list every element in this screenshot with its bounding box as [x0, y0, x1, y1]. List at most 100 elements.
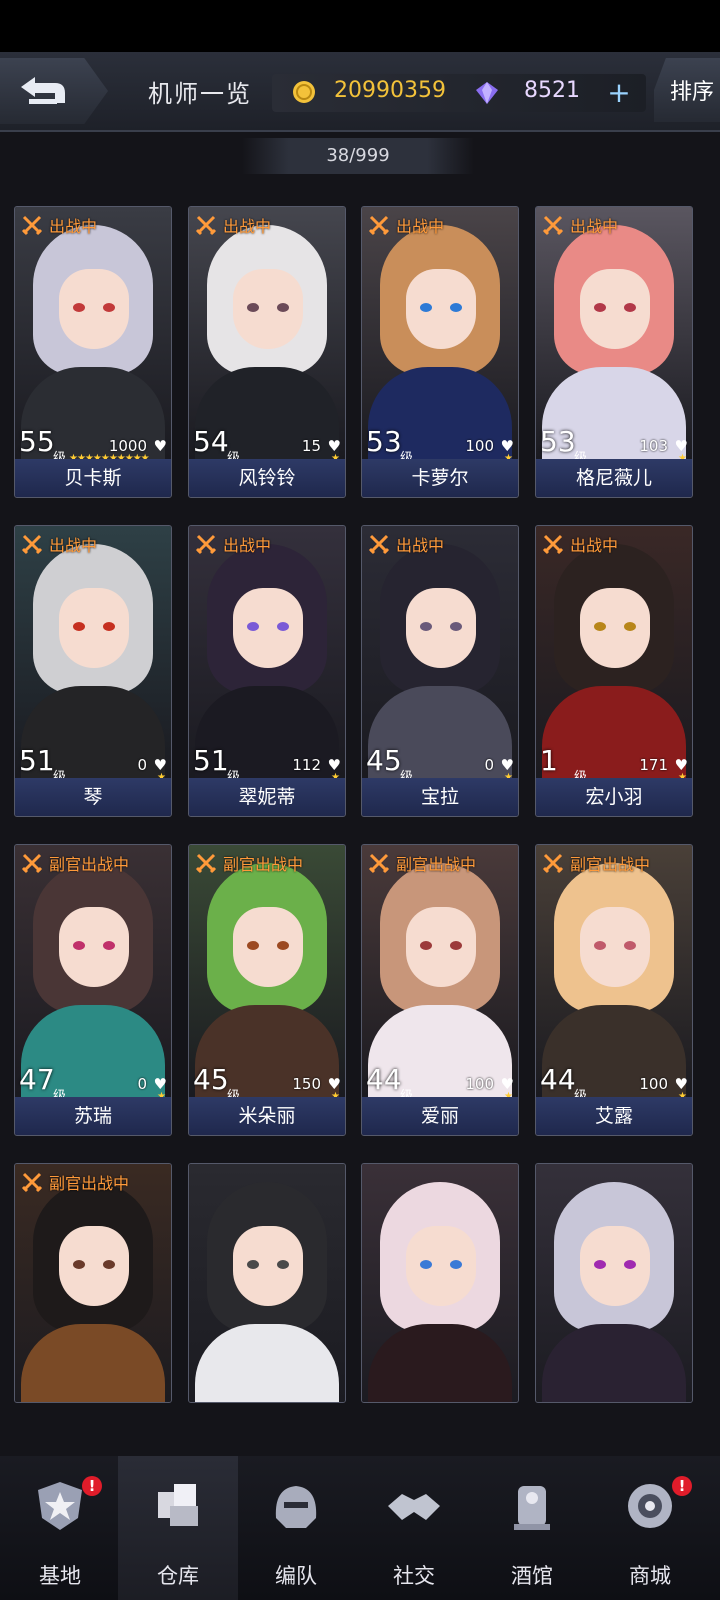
deploy-status-label: 出战中	[223, 217, 272, 236]
deploy-status-tag: 副官出战中	[542, 851, 650, 875]
pilot-name: 苏瑞	[15, 1097, 171, 1135]
coin-amount: 20990359	[334, 78, 446, 103]
pilot-portrait	[189, 526, 345, 778]
deploy-status-tag: 副官出战中	[368, 851, 476, 875]
shop-icon	[628, 1484, 672, 1528]
currency-bar: 20990359 8521 +	[272, 74, 646, 112]
pilot-portrait	[536, 1164, 692, 1402]
nav-label: 商城	[629, 1564, 671, 1588]
star-shield-icon	[38, 1482, 82, 1530]
pilot-level: 1	[540, 744, 558, 777]
gem-icon	[476, 82, 498, 104]
heart-icon: ♥	[153, 437, 167, 455]
pilot-card[interactable]	[535, 1163, 693, 1403]
nav-item[interactable]: 编队	[236, 1456, 356, 1600]
deploy-status-tag: 出战中	[195, 213, 271, 237]
pilot-card[interactable]	[188, 1163, 346, 1403]
pilot-card[interactable]: 副官出战中44级100♥★爱丽	[361, 844, 519, 1136]
pilot-card[interactable]: 出战中53级103♥★格尼薇儿	[535, 206, 693, 498]
affection-value: 15	[301, 437, 321, 455]
back-button[interactable]	[0, 58, 108, 124]
pilot-card[interactable]: 出战中45级0♥★宝拉	[361, 525, 519, 817]
nav-item[interactable]: 仓库	[118, 1456, 238, 1600]
pilot-name: 宝拉	[362, 778, 518, 816]
crossed-swords-icon	[195, 853, 217, 874]
bottom-nav: 基地! 仓库 编队 社交 酒馆 商城!	[0, 1456, 720, 1600]
crossed-swords-icon	[21, 534, 43, 555]
gem-amount: 8521	[524, 78, 580, 103]
crossed-swords-icon	[21, 1172, 43, 1193]
status-bar	[0, 0, 720, 52]
pilot-name: 翠妮蒂	[189, 778, 345, 816]
pilot-card[interactable]: 副官出战中45级150♥★米朵丽	[188, 844, 346, 1136]
affection-value: 112	[292, 756, 321, 774]
pilot-card[interactable]: 出战中51级112♥★翠妮蒂	[188, 525, 346, 817]
crossed-swords-icon	[368, 215, 390, 236]
nav-item[interactable]: 基地!	[0, 1456, 120, 1600]
affection-value: 103	[639, 437, 668, 455]
pilot-name: 格尼薇儿	[536, 459, 692, 497]
alert-badge: !	[672, 1476, 692, 1496]
pilot-level: 53	[540, 425, 576, 458]
deploy-status-label: 副官出战中	[570, 855, 651, 874]
pilot-portrait	[536, 526, 692, 778]
deploy-status-label: 出战中	[49, 217, 98, 236]
pilot-portrait	[15, 1164, 171, 1402]
pilot-portrait	[15, 207, 171, 459]
pilot-level: 44	[366, 1063, 402, 1096]
pilot-portrait	[189, 1164, 345, 1402]
deploy-status-label: 出战中	[49, 536, 98, 555]
affection-value: 171	[639, 756, 668, 774]
pilot-portrait	[15, 526, 171, 778]
tavern-icon	[514, 1486, 550, 1530]
back-arrow-icon	[21, 77, 65, 104]
pilot-card[interactable]	[361, 1163, 519, 1403]
crossed-swords-icon	[542, 215, 564, 236]
pilot-level: 51	[193, 744, 229, 777]
add-gems-button[interactable]: +	[604, 78, 634, 108]
sort-button[interactable]: 排序	[654, 58, 720, 122]
crossed-swords-icon	[542, 534, 564, 555]
pilot-level: 53	[366, 425, 402, 458]
pilot-card[interactable]: 出战中54级15♥★风铃铃	[188, 206, 346, 498]
deploy-status-label: 出战中	[570, 217, 619, 236]
pilot-card[interactable]: 出战中51级0♥★琴	[14, 525, 172, 817]
pilot-name: 风铃铃	[189, 459, 345, 497]
nav-item[interactable]: 酒馆	[472, 1456, 592, 1600]
deploy-status-label: 出战中	[396, 536, 445, 555]
pilot-name: 爱丽	[362, 1097, 518, 1135]
affection-value: 100	[465, 437, 494, 455]
deploy-status-tag: 出战中	[195, 532, 271, 556]
pilot-card[interactable]: 副官出战中44级100♥★艾露	[535, 844, 693, 1136]
deploy-status-label: 副官出战中	[49, 855, 130, 874]
deploy-status-tag: 副官出战中	[21, 851, 129, 875]
pilot-card[interactable]: 副官出战中	[14, 1163, 172, 1403]
pilot-card[interactable]: 出战中53级100♥★卡萝尔	[361, 206, 519, 498]
pilot-card[interactable]: 副官出战中47级0♥★苏瑞	[14, 844, 172, 1136]
pilot-name: 琴	[15, 778, 171, 816]
affection-value: 100	[465, 1075, 494, 1093]
affection-value: 100	[639, 1075, 668, 1093]
crossed-swords-icon	[21, 215, 43, 236]
pilot-name: 米朵丽	[189, 1097, 345, 1135]
deploy-status-tag: 出战中	[368, 532, 444, 556]
pilot-name: 卡萝尔	[362, 459, 518, 497]
pilot-name: 贝卡斯	[15, 459, 171, 497]
pilot-portrait	[189, 845, 345, 1097]
deploy-status-tag: 出战中	[368, 213, 444, 237]
pilot-level: 51	[19, 744, 55, 777]
pilot-portrait	[362, 1164, 518, 1402]
affection-value: 0	[137, 756, 147, 774]
pilot-card[interactable]: 出战中55级1000♥★★★★★★★★★★贝卡斯	[14, 206, 172, 498]
crossed-swords-icon	[195, 534, 217, 555]
pilot-card[interactable]: 出战中1级171♥★宏小羽	[535, 525, 693, 817]
deploy-status-tag: 出战中	[542, 213, 618, 237]
nav-item[interactable]: 社交	[354, 1456, 474, 1600]
pilot-portrait	[536, 207, 692, 459]
deploy-status-label: 出战中	[223, 536, 272, 555]
deploy-status-label: 出战中	[570, 536, 619, 555]
pilot-level: 45	[193, 1063, 229, 1096]
nav-item[interactable]: 商城!	[590, 1456, 710, 1600]
nav-label: 基地	[39, 1564, 81, 1588]
nav-label: 酒馆	[511, 1564, 553, 1588]
